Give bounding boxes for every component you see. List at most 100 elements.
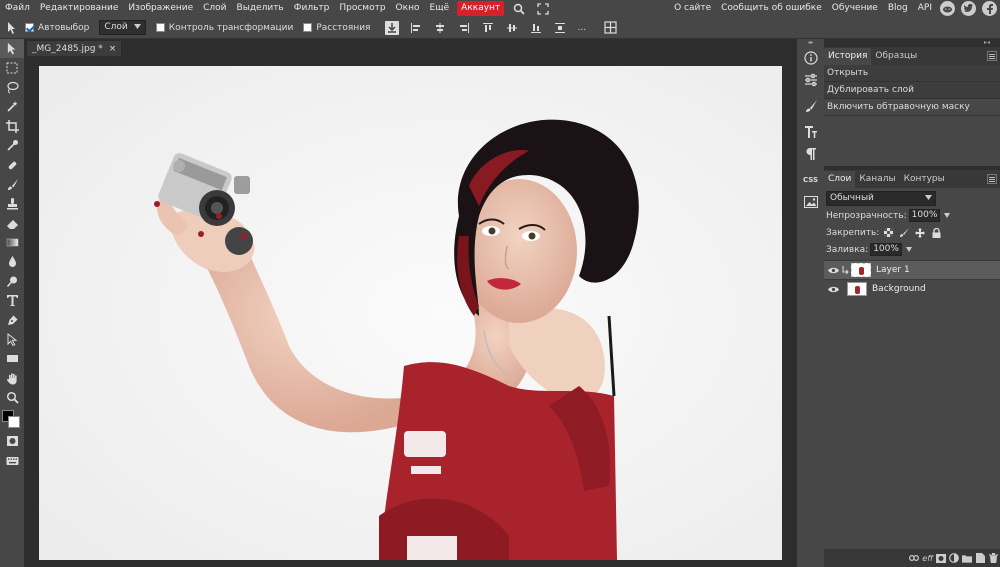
search-icon[interactable] bbox=[512, 2, 526, 16]
distribute-icon[interactable] bbox=[553, 21, 567, 35]
menu-view[interactable]: Просмотр bbox=[334, 0, 390, 17]
align-right-icon[interactable] bbox=[457, 21, 471, 35]
link-api[interactable]: API bbox=[913, 0, 937, 17]
collapse-handle-icon[interactable]: ◂▸ bbox=[797, 39, 824, 47]
lasso-tool-icon[interactable] bbox=[0, 78, 24, 97]
close-icon[interactable]: × bbox=[109, 44, 117, 54]
dodge-tool-icon[interactable] bbox=[0, 272, 24, 291]
tab-layers[interactable]: Слои bbox=[824, 171, 856, 188]
image-icon[interactable] bbox=[797, 191, 824, 213]
layer-row-background[interactable]: Background bbox=[824, 279, 1000, 298]
image-canvas[interactable] bbox=[39, 66, 782, 560]
menu-image[interactable]: Изображение bbox=[123, 0, 198, 17]
history-item-duplicate-layer[interactable]: Дублировать слой bbox=[824, 82, 1000, 99]
link-report-bug[interactable]: Сообщить об ошибке bbox=[716, 0, 827, 17]
hand-tool-icon[interactable] bbox=[0, 369, 24, 388]
menu-select[interactable]: Выделить bbox=[232, 0, 289, 17]
clone-stamp-tool-icon[interactable] bbox=[0, 194, 24, 213]
align-middle-icon[interactable] bbox=[505, 21, 519, 35]
add-mask-icon[interactable] bbox=[936, 553, 946, 563]
opacity-input[interactable]: 100% bbox=[908, 209, 941, 222]
paragraph-icon[interactable] bbox=[797, 143, 824, 165]
menu-filter[interactable]: Фильтр bbox=[289, 0, 335, 17]
new-layer-icon[interactable] bbox=[975, 553, 985, 563]
opacity-dropdown-icon[interactable] bbox=[944, 213, 951, 218]
autoselect-checkbox[interactable]: Автовыбор bbox=[25, 23, 89, 33]
menu-more[interactable]: Ещё bbox=[424, 0, 454, 17]
distances-checkbox-box[interactable] bbox=[303, 23, 313, 32]
link-about[interactable]: О сайте bbox=[669, 0, 716, 17]
more-options[interactable]: ... bbox=[577, 21, 586, 35]
css-icon[interactable]: CSS bbox=[797, 169, 824, 191]
tab-swatches[interactable]: Образцы bbox=[871, 48, 921, 65]
lock-pixels-icon[interactable] bbox=[899, 228, 909, 238]
tab-paths[interactable]: Контуры bbox=[900, 171, 949, 188]
new-group-icon[interactable] bbox=[962, 553, 972, 563]
history-panel-menu-icon[interactable] bbox=[987, 51, 997, 61]
color-swatches[interactable] bbox=[0, 407, 24, 431]
layer-effects-button[interactable]: eff bbox=[922, 553, 933, 563]
adjustment-layer-icon[interactable] bbox=[949, 553, 959, 563]
pen-tool-icon[interactable] bbox=[0, 310, 24, 329]
account-button[interactable]: Аккаунт bbox=[457, 1, 505, 16]
blend-mode-select[interactable]: Обычный bbox=[826, 191, 936, 206]
fill-dropdown-icon[interactable] bbox=[905, 247, 912, 252]
path-selection-tool-icon[interactable] bbox=[0, 330, 24, 349]
layers-panel-menu-icon[interactable] bbox=[987, 174, 997, 184]
align-left-icon[interactable] bbox=[409, 21, 423, 35]
rectangle-tool-icon[interactable] bbox=[0, 349, 24, 368]
background-color-swatch[interactable] bbox=[8, 416, 20, 429]
transform-controls-checkbox[interactable]: Контроль трансформации bbox=[155, 23, 293, 33]
magic-wand-tool-icon[interactable] bbox=[0, 97, 24, 116]
history-item-open[interactable]: Открыть bbox=[824, 65, 1000, 82]
panel-collapse-handle-icon[interactable]: ▸◂ bbox=[824, 39, 1000, 47]
lock-all-icon[interactable] bbox=[931, 227, 941, 238]
tab-history[interactable]: История bbox=[824, 48, 872, 65]
trash-icon[interactable] bbox=[988, 553, 998, 563]
move-tool-icon[interactable] bbox=[0, 39, 24, 59]
link-layers-icon[interactable] bbox=[909, 553, 920, 563]
crop-tool-icon[interactable] bbox=[0, 117, 24, 136]
gradient-tool-icon[interactable] bbox=[0, 233, 24, 252]
brush-settings-icon[interactable] bbox=[797, 95, 824, 117]
transform-checkbox-box[interactable] bbox=[155, 23, 165, 32]
distances-checkbox[interactable]: Расстояния bbox=[303, 23, 370, 33]
info-icon[interactable] bbox=[797, 47, 824, 69]
reddit-icon[interactable] bbox=[940, 1, 955, 16]
character-icon[interactable] bbox=[797, 121, 824, 143]
fullscreen-icon[interactable] bbox=[536, 2, 550, 16]
fill-input[interactable]: 100% bbox=[870, 243, 902, 256]
facebook-icon[interactable] bbox=[982, 1, 997, 16]
type-tool-icon[interactable] bbox=[0, 291, 24, 310]
autoselect-target-select[interactable]: Слой bbox=[99, 20, 146, 35]
layer-row-layer-1[interactable]: Layer 1 bbox=[824, 260, 1000, 279]
history-item-clipping-mask[interactable]: Включить обтравочную маску bbox=[824, 99, 1000, 116]
align-bottom-icon[interactable] bbox=[529, 21, 543, 35]
eyedropper-tool-icon[interactable] bbox=[0, 136, 24, 155]
link-learn[interactable]: Обучение bbox=[827, 0, 883, 17]
eye-icon[interactable] bbox=[824, 286, 842, 293]
move-tool-preset-icon[interactable] bbox=[3, 19, 21, 37]
healing-brush-tool-icon[interactable] bbox=[0, 155, 24, 174]
menu-window[interactable]: Окно bbox=[391, 0, 425, 17]
download-icon[interactable] bbox=[385, 20, 400, 35]
eraser-tool-icon[interactable] bbox=[0, 214, 24, 233]
quick-mask-icon[interactable] bbox=[0, 431, 24, 450]
twitter-icon[interactable] bbox=[961, 1, 976, 16]
zoom-tool-icon[interactable] bbox=[0, 388, 24, 407]
brush-tool-icon[interactable] bbox=[0, 175, 24, 194]
menu-layer[interactable]: Слой bbox=[198, 0, 231, 17]
lock-position-icon[interactable] bbox=[915, 227, 926, 238]
document-tab[interactable]: _MG_2485.jpg * × bbox=[26, 40, 123, 57]
tab-channels[interactable]: Каналы bbox=[855, 171, 899, 188]
menu-file[interactable]: Файл bbox=[0, 0, 35, 17]
grid-icon[interactable] bbox=[603, 21, 617, 35]
eye-icon[interactable] bbox=[824, 267, 842, 274]
menu-edit[interactable]: Редактирование bbox=[35, 0, 124, 17]
blur-tool-icon[interactable] bbox=[0, 252, 24, 271]
link-blog[interactable]: Blog bbox=[883, 0, 913, 17]
align-center-h-icon[interactable] bbox=[433, 21, 447, 35]
adjustments-icon[interactable] bbox=[797, 69, 824, 91]
lock-transparency-icon[interactable] bbox=[883, 228, 893, 238]
autoselect-checkbox-box[interactable] bbox=[25, 23, 34, 32]
